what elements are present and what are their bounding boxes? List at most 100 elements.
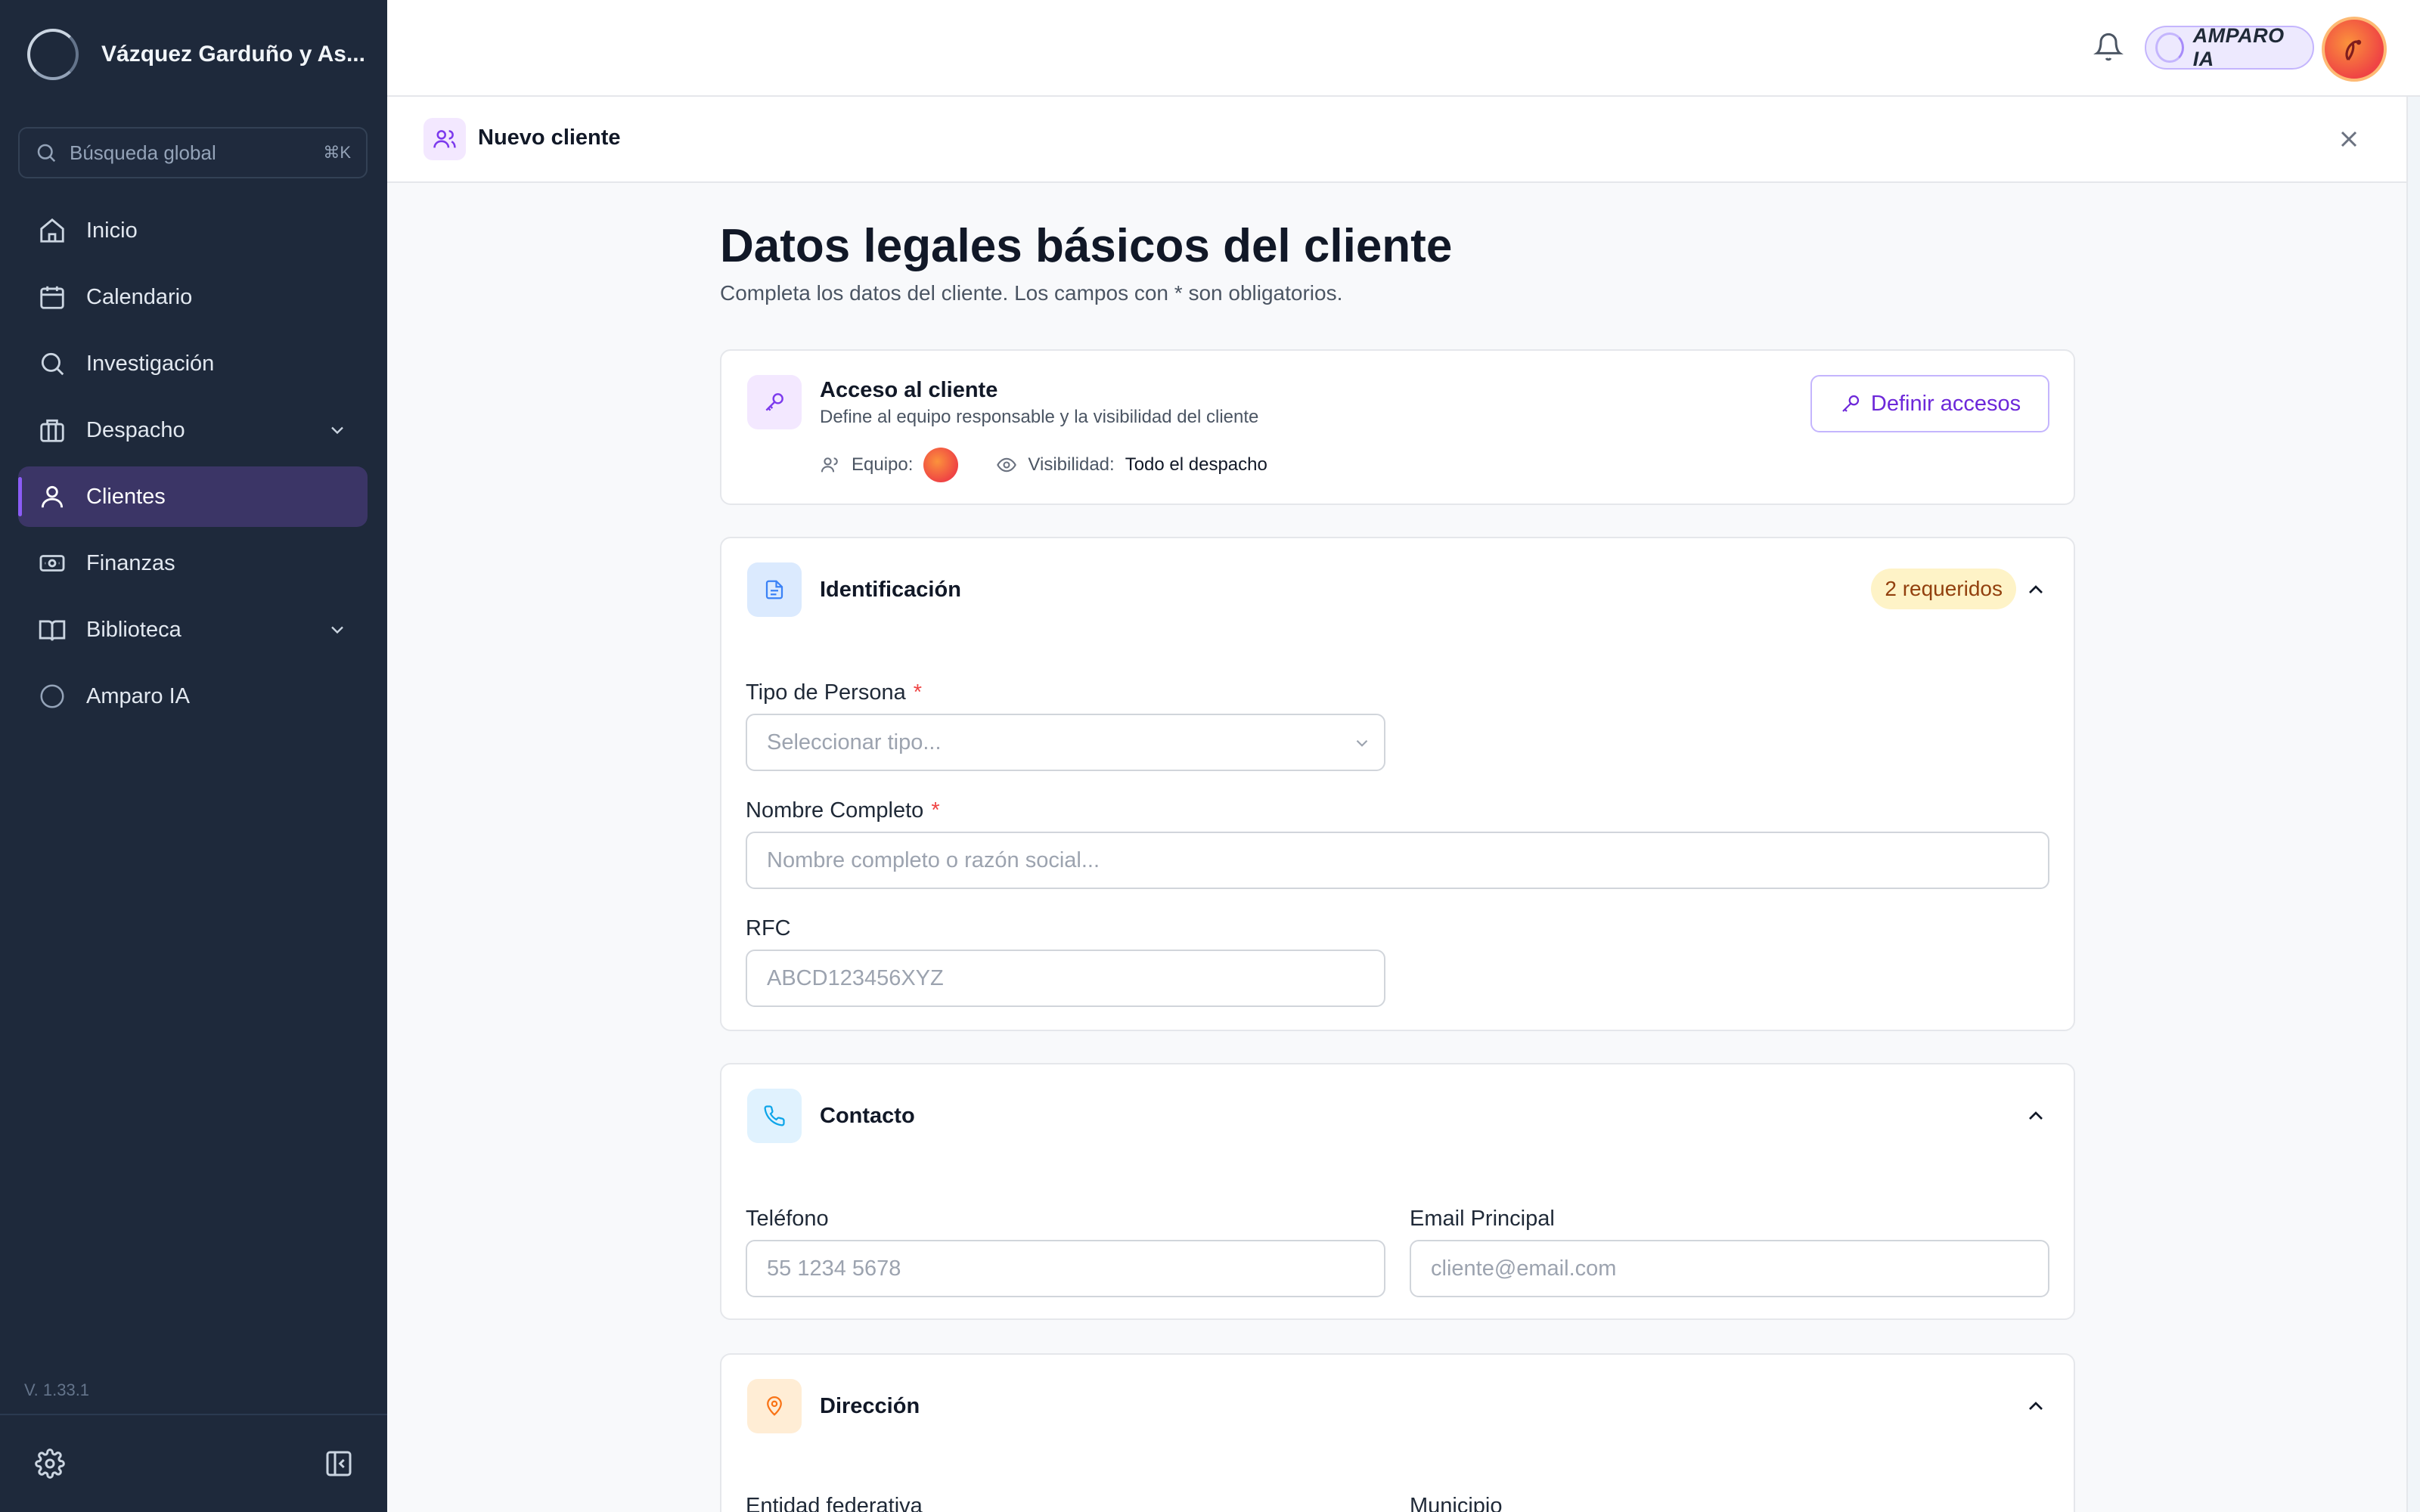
chevron-up-icon[interactable]: [2024, 1394, 2048, 1418]
team-member-avatar: [923, 448, 959, 482]
client-form: Datos legales básicos del cliente Comple…: [720, 215, 2075, 1512]
sidebar-item-label: Despacho: [86, 417, 185, 442]
identification-title: Identificación: [820, 578, 961, 602]
sidebar-item-label: Clientes: [86, 484, 166, 509]
person-type-label-text: Tipo de Persona: [746, 680, 906, 705]
amparo-ia-label: AMPARO IA: [2192, 24, 2285, 70]
municipality-label: Municipio: [1410, 1494, 1503, 1512]
scrollbar[interactable]: [2406, 97, 2420, 1512]
full-name-label: Nombre Completo *: [746, 798, 940, 823]
gear-icon[interactable]: [35, 1448, 65, 1479]
chevron-down-icon[interactable]: [327, 619, 348, 640]
sidebar-footer: [0, 1414, 387, 1512]
full-name-input[interactable]: Nombre completo o razón social...: [746, 832, 2049, 889]
map-pin-icon: [747, 1379, 802, 1433]
sidebar-item-calendario[interactable]: Calendario: [18, 267, 368, 327]
amparo-circle-icon: [40, 684, 64, 708]
phone-icon: [747, 1089, 802, 1143]
home-icon: [40, 218, 64, 243]
page-subtitle: Completa los datos del cliente. Los camp…: [720, 281, 1343, 305]
collapse-sidebar-icon[interactable]: [324, 1448, 354, 1479]
address-section: Dirección Entidad federativa Municipio: [720, 1353, 2075, 1512]
person-type-label: Tipo de Persona *: [746, 680, 922, 705]
eye-icon: [997, 457, 1017, 472]
money-icon: [39, 555, 65, 572]
workspace-brand[interactable]: Vázquez Garduño y As...: [27, 27, 365, 82]
notification-bell-icon[interactable]: [2093, 32, 2124, 62]
sidebar: Vázquez Garduño y As... Búsqueda global …: [0, 0, 387, 1512]
required-count-badge: 2 requeridos: [1871, 569, 2016, 609]
define-access-button[interactable]: Definir accesos: [1810, 375, 2049, 432]
sidebar-item-amparo-ia[interactable]: Amparo IA: [18, 666, 368, 727]
team-icon: [821, 457, 838, 472]
sidebar-item-label: Finanzas: [86, 550, 175, 575]
identification-section: Identificación 2 requeridos Tipo de Pers…: [720, 537, 2075, 1031]
phone-label: Teléfono: [746, 1207, 829, 1231]
sidebar-item-label: Biblioteca: [86, 617, 182, 642]
app-version: V. 1.33.1: [24, 1380, 90, 1399]
access-meta: Equipo: Visibilidad: Todo el despacho: [820, 448, 1267, 482]
rfc-input[interactable]: ABCD123456XYZ: [746, 950, 1385, 1007]
email-placeholder: cliente@email.com: [1431, 1256, 1617, 1281]
sidebar-item-label: Inicio: [86, 218, 138, 243]
rfc-placeholder: ABCD123456XYZ: [767, 965, 944, 990]
sidebar-item-label: Calendario: [86, 284, 193, 309]
team-label: Equipo:: [852, 454, 914, 475]
book-icon: [39, 620, 66, 641]
sidebar-item-biblioteca[interactable]: Biblioteca: [18, 600, 368, 660]
panel-header: Nuevo cliente: [387, 97, 2406, 183]
email-input[interactable]: cliente@email.com: [1410, 1240, 2049, 1297]
full-name-label-text: Nombre Completo: [746, 798, 924, 823]
sidebar-item-finanzas[interactable]: Finanzas: [18, 533, 368, 593]
state-label: Entidad federativa: [746, 1494, 923, 1512]
access-card: Acceso al cliente Define al equipo respo…: [720, 349, 2075, 505]
rfc-label: RFC: [746, 916, 791, 940]
sidebar-item-inicio[interactable]: Inicio: [18, 200, 368, 261]
email-label: Email Principal: [1410, 1207, 1555, 1231]
sidebar-nav: Inicio Calendario Investigación Despacho…: [18, 200, 368, 733]
bird-avatar-icon: [2345, 39, 2362, 60]
person-type-select[interactable]: Seleccionar tipo...: [746, 714, 1385, 771]
workspace-logo-icon: [27, 29, 79, 80]
user-icon: [41, 485, 64, 508]
search-icon: [37, 144, 56, 163]
required-marker: *: [913, 680, 923, 705]
key-icon: [1842, 395, 1859, 412]
sidebar-item-investigacion[interactable]: Investigación: [18, 333, 368, 394]
visibility-value: Todo el despacho: [1125, 454, 1267, 475]
top-bar: AMPARO IA: [387, 0, 2420, 97]
search-placeholder: Búsqueda global: [70, 141, 216, 164]
users-icon: [424, 118, 466, 160]
person-type-placeholder: Seleccionar tipo...: [767, 730, 942, 754]
amparo-ia-button[interactable]: AMPARO IA: [2145, 24, 2314, 70]
panel-title: Nuevo cliente: [478, 125, 621, 150]
global-search[interactable]: Búsqueda global ⌘K: [18, 127, 368, 178]
phone-placeholder: 55 1234 5678: [767, 1256, 901, 1281]
chevron-down-icon[interactable]: [327, 420, 348, 441]
access-title: Acceso al cliente: [820, 378, 998, 402]
required-marker: *: [931, 798, 940, 823]
key-icon: [747, 375, 802, 429]
sidebar-item-label: Amparo IA: [86, 683, 190, 708]
address-title: Dirección: [820, 1394, 920, 1418]
search-shortcut: ⌘K: [323, 143, 351, 162]
workspace-name: Vázquez Garduño y As...: [101, 42, 365, 67]
phone-input[interactable]: 55 1234 5678: [746, 1240, 1385, 1297]
access-subtitle: Define al equipo responsable y la visibi…: [820, 407, 1259, 427]
calendar-icon: [40, 286, 64, 309]
close-icon[interactable]: [2335, 125, 2363, 153]
sidebar-item-clientes[interactable]: Clientes: [18, 466, 368, 527]
chevron-up-icon[interactable]: [2024, 578, 2048, 602]
full-name-placeholder: Nombre completo o razón social...: [767, 847, 1100, 872]
contact-section: Contacto Teléfono 55 1234 5678 Email Pri…: [720, 1063, 2075, 1320]
search-icon: [41, 352, 64, 376]
user-avatar[interactable]: [2322, 17, 2387, 82]
define-access-label: Definir accesos: [1870, 391, 2021, 416]
chevron-down-icon: [1356, 739, 1368, 747]
chevron-up-icon[interactable]: [2024, 1104, 2048, 1128]
sidebar-item-despacho[interactable]: Despacho: [18, 400, 368, 460]
page-title: Datos legales básicos del cliente: [720, 220, 1453, 272]
sidebar-item-label: Investigación: [86, 351, 215, 376]
briefcase-icon: [40, 419, 64, 442]
contact-title: Contacto: [820, 1104, 915, 1128]
